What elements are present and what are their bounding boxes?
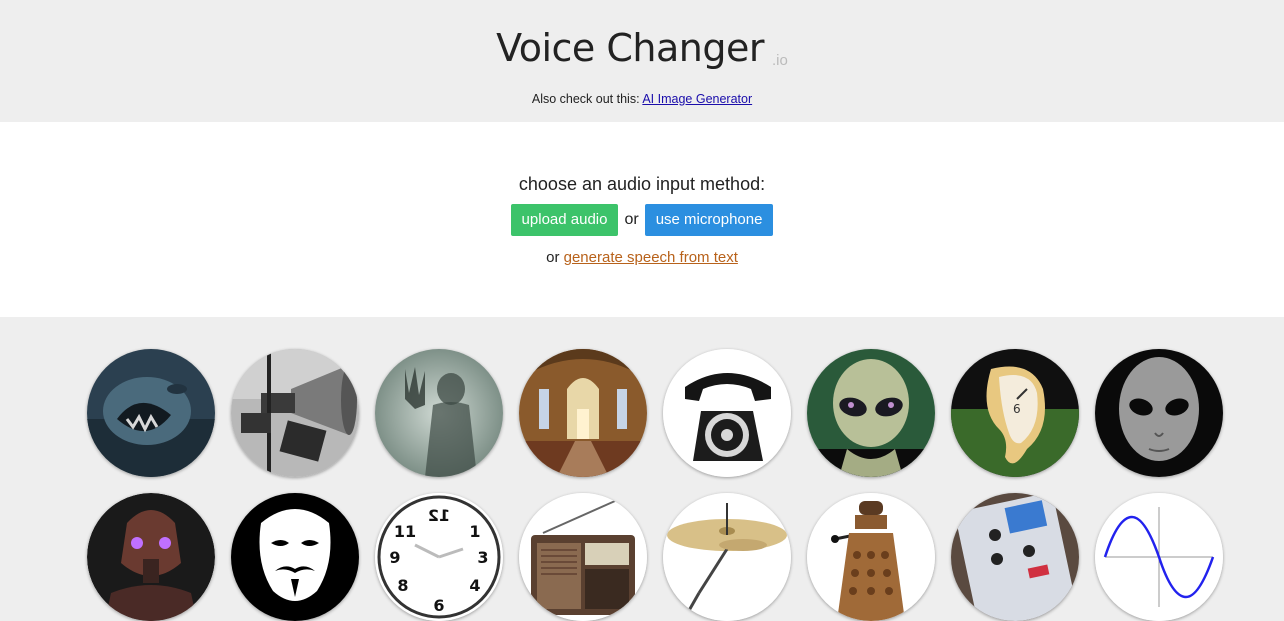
anonymous-mask-icon	[231, 493, 359, 621]
reverse-clock-icon: 12 11 1 9 3 8 4 6	[375, 493, 503, 621]
input-prompt: choose an audio input method:	[518, 174, 766, 194]
svg-text:8: 8	[397, 576, 408, 595]
ghost-icon	[375, 349, 503, 477]
or-prefix: or	[546, 249, 560, 266]
voice-tile-anonymous[interactable]	[231, 493, 359, 621]
voice-tile-robot[interactable]	[87, 493, 215, 621]
voice-gallery: 6 12 11 1 9 3 8 4 6	[0, 317, 1284, 621]
or-label: or	[624, 211, 639, 228]
alien-icon	[807, 349, 935, 477]
title-wrap: Voice Changer .io	[0, 26, 1284, 70]
svg-text:6: 6	[1013, 402, 1021, 416]
voice-tile-alien[interactable]	[807, 349, 935, 477]
voice-tile-grey-alien[interactable]	[1095, 349, 1223, 477]
svg-text:12: 12	[428, 506, 450, 525]
site-title-suffix: .io	[771, 52, 788, 69]
voice-tile-megaphone[interactable]	[231, 349, 359, 477]
church-icon	[519, 349, 647, 477]
robot-icon	[87, 493, 215, 621]
voice-tile-radio[interactable]	[519, 493, 647, 621]
radio-icon	[519, 493, 647, 621]
site-title: Voice Changer	[496, 26, 764, 70]
cymbal-icon	[663, 493, 791, 621]
svg-text:3: 3	[477, 548, 488, 567]
header: Voice Changer .io Also check out this: AI…	[0, 0, 1284, 122]
input-buttons: upload audio or use microphone	[0, 204, 1284, 236]
voice-tile-dalek[interactable]	[807, 493, 935, 621]
also-check-out: Also check out this: AI Image Generator	[0, 92, 1284, 106]
voice-tile-telephone[interactable]	[663, 349, 791, 477]
svg-text:1: 1	[469, 522, 480, 541]
svg-text:11: 11	[394, 522, 416, 541]
upload-audio-button[interactable]: upload audio	[510, 204, 619, 236]
voice-tile-reverse-clock[interactable]: 12 11 1 9 3 8 4 6	[375, 493, 503, 621]
svg-text:4: 4	[469, 576, 480, 595]
svg-text:6: 6	[433, 596, 444, 615]
voice-tile-cymbal[interactable]	[663, 493, 791, 621]
also-prefix: Also check out this:	[531, 92, 643, 106]
melting-clock-icon: 6	[951, 349, 1079, 477]
input-panel: choose an audio input method: upload aud…	[0, 122, 1284, 317]
generate-speech-link[interactable]: generate speech from text	[564, 249, 738, 266]
svg-text:9: 9	[389, 548, 400, 567]
megaphone-icon	[231, 349, 359, 477]
dalek-icon	[807, 493, 935, 621]
voice-tile-ghost[interactable]	[375, 349, 503, 477]
synth-pedal-icon	[951, 493, 1079, 621]
voice-tile-monster[interactable]	[87, 349, 215, 477]
voice-tile-sine-wave[interactable]	[1095, 493, 1223, 621]
sine-wave-icon	[1095, 493, 1223, 621]
monster-icon	[87, 349, 215, 477]
ai-image-generator-link[interactable]: AI Image Generator	[642, 92, 752, 106]
use-microphone-button[interactable]: use microphone	[644, 204, 774, 236]
voice-tile-melting-clock[interactable]: 6	[951, 349, 1079, 477]
voice-tile-synth-pedal[interactable]	[951, 493, 1079, 621]
telephone-icon	[663, 349, 791, 477]
tts-row: or generate speech from text	[0, 249, 1284, 266]
grey-alien-icon	[1095, 349, 1223, 477]
voice-tile-church[interactable]	[519, 349, 647, 477]
